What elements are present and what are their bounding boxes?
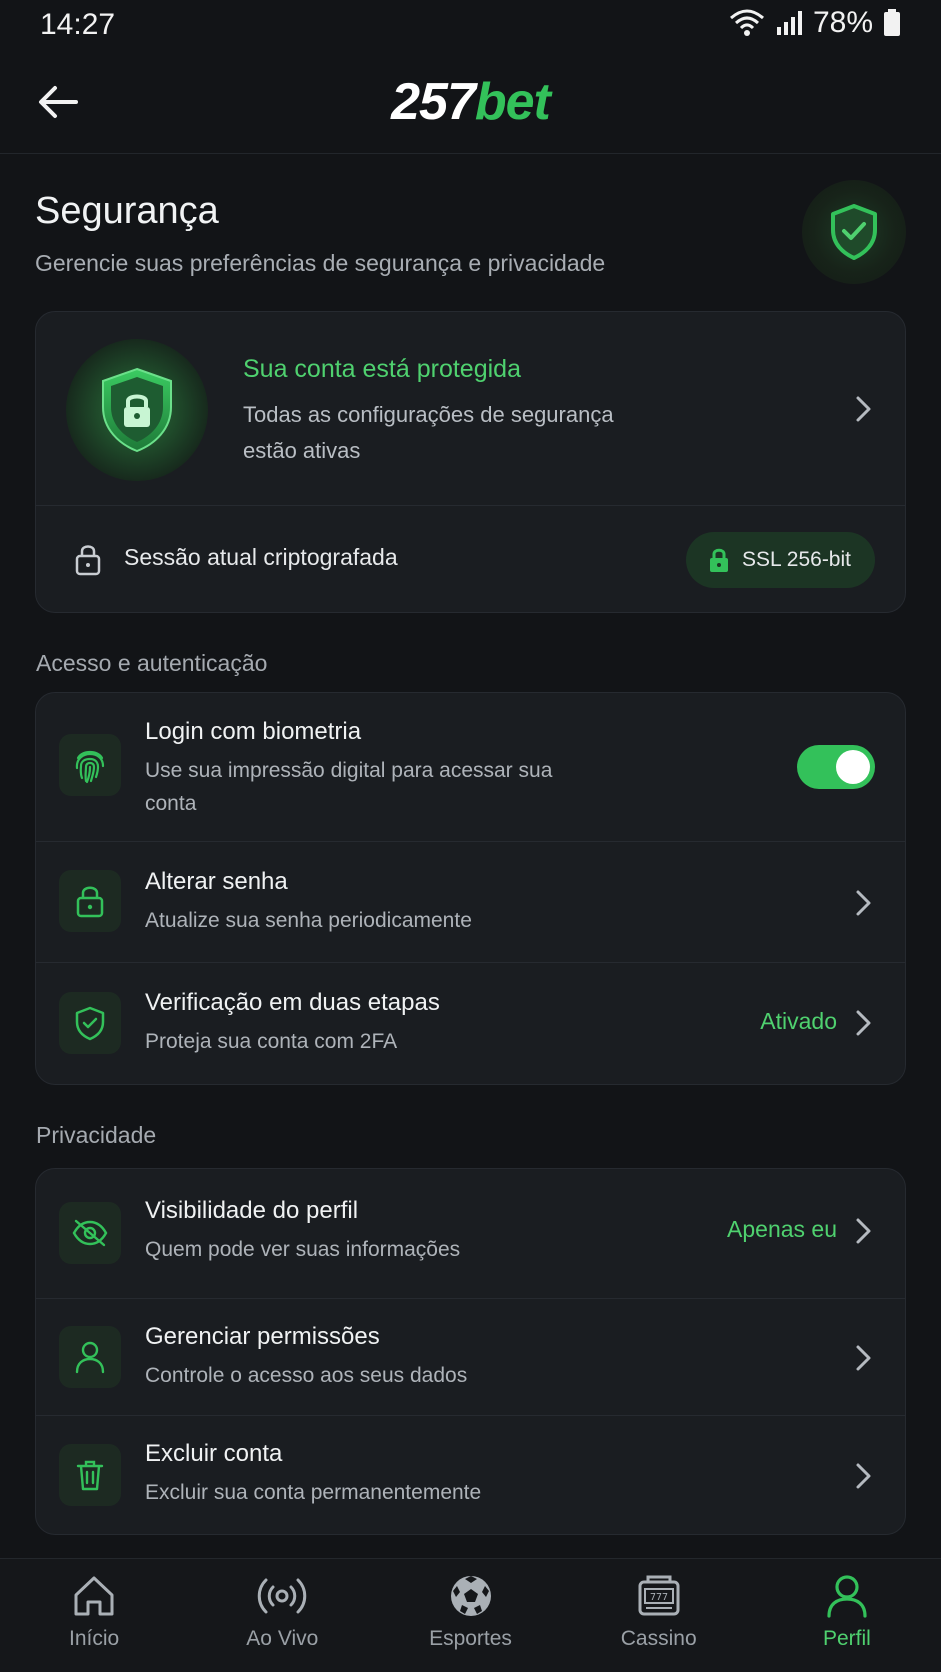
profile-visibility-title: Visibilidade do perfil [145, 1197, 359, 1224]
delete-account-title: Excluir conta [145, 1440, 283, 1467]
profile-visibility-subtitle: Quem pode ver suas informações [145, 1238, 461, 1261]
profile-visibility-value: Apenas eu [727, 1216, 837, 1242]
security-status-card: Sua conta está protegida Todas as config… [35, 311, 906, 613]
nav-item-inicio[interactable]: Início [0, 1559, 188, 1672]
status-description: Todas as configurações de segurança estã… [243, 402, 614, 463]
ssl-badge-label: SSL 256-bit [742, 548, 851, 571]
manage-permissions-subtitle: Controle o acesso aos seus dados [145, 1364, 468, 1387]
change-password-row[interactable]: Alterar senha Atualize sua senha periodi… [36, 841, 905, 962]
nav-label: Esportes [429, 1627, 512, 1650]
shield-check-icon [75, 1006, 105, 1041]
section-label-access: Acesso e autenticação [36, 650, 268, 676]
nav-item-perfil[interactable]: Perfil [753, 1559, 941, 1672]
shield-check-icon-box [59, 992, 121, 1054]
wifi-icon [729, 9, 764, 36]
fingerprint-icon-box [59, 734, 121, 796]
page-title: Segurança [35, 190, 219, 232]
fingerprint-icon [75, 750, 105, 784]
live-broadcast-icon [258, 1578, 307, 1614]
chevron-right-icon [856, 1345, 871, 1371]
status-time: 14:27 [40, 8, 116, 41]
page-subtitle: Gerencie suas preferências de segurança … [35, 250, 606, 276]
lock-icon [75, 545, 101, 576]
security-badge [802, 180, 906, 284]
ssl-badge: SSL 256-bit [686, 532, 875, 588]
battery-icon [884, 9, 900, 36]
eye-off-icon [72, 1219, 108, 1247]
shield-lock-illustration [66, 339, 208, 481]
chevron-right-icon [856, 890, 871, 916]
nav-label: Ao Vivo [246, 1627, 319, 1650]
eye-off-icon-box [59, 1202, 121, 1264]
profile-visibility-row[interactable]: Visibilidade do perfil Quem pode ver sua… [36, 1169, 905, 1298]
manage-permissions-row[interactable]: Gerenciar permissões Controle o acesso a… [36, 1298, 905, 1415]
user-icon [827, 1575, 867, 1618]
biometric-login-subtitle: Use sua impressão digital para acessar s… [145, 759, 553, 815]
status-title: Sua conta está protegida [243, 355, 521, 383]
biometric-toggle[interactable] [797, 745, 875, 789]
user-icon [75, 1341, 105, 1374]
nav-label: Perfil [822, 1627, 871, 1650]
shield-check-icon [831, 204, 877, 260]
user-icon-box [59, 1326, 121, 1388]
delete-account-row[interactable]: Excluir conta Excluir sua conta permanen… [36, 1415, 905, 1534]
lock-icon [710, 548, 729, 572]
svg-text:777: 777 [650, 1592, 668, 1603]
privacy-card: Visibilidade do perfil Quem pode ver sua… [35, 1168, 906, 1535]
trash-icon [76, 1460, 104, 1491]
app-header: 257bet [0, 50, 941, 154]
session-text: Sessão atual criptografada [124, 544, 398, 570]
nav-label: Início [69, 1627, 120, 1650]
two-factor-title: Verificação em duas etapas [145, 989, 440, 1016]
logo-brand: bet [474, 73, 551, 131]
biometric-login-title: Login com biometria [145, 718, 362, 745]
status-bar: 14:27 78% [0, 0, 941, 50]
nav-item-cassino[interactable]: 777 Cassino [565, 1559, 753, 1672]
two-factor-row[interactable]: Verificação em duas etapas Proteja sua c… [36, 962, 905, 1084]
change-password-title: Alterar senha [145, 868, 288, 895]
session-row: Sessão atual criptografada SSL 256-bit [36, 506, 905, 612]
status-icons: 78% [729, 6, 901, 40]
biometric-login-row[interactable]: Login com biometria Use sua impressão di… [36, 693, 905, 841]
toggle-knob [836, 750, 870, 784]
trash-icon-box [59, 1444, 121, 1506]
two-factor-status: Ativado [760, 1008, 837, 1034]
chevron-right-icon [856, 1218, 871, 1244]
shield-lock-icon [102, 367, 172, 453]
signal-icon [776, 11, 802, 35]
lock-icon [76, 886, 104, 918]
access-card: Login com biometria Use sua impressão di… [35, 692, 906, 1085]
slot-machine-icon: 777 [638, 1575, 680, 1616]
section-label-privacy: Privacidade [36, 1122, 157, 1148]
nav-item-esportes[interactable]: Esportes [376, 1559, 564, 1672]
manage-permissions-title: Gerenciar permissões [145, 1323, 380, 1350]
soccer-ball-icon [450, 1576, 491, 1616]
chevron-right-icon [856, 1463, 871, 1489]
bottom-nav: Início Ao Vivo Esportes 777 Cassino Perf… [0, 1558, 941, 1672]
chevron-right-icon [856, 1010, 871, 1036]
security-status-row[interactable]: Sua conta está protegida Todas as config… [36, 312, 905, 506]
nav-item-ao-vivo[interactable]: Ao Vivo [188, 1559, 376, 1672]
chevron-right-icon [856, 396, 871, 422]
delete-account-subtitle: Excluir sua conta permanentemente [145, 1481, 482, 1504]
lock-icon-box [59, 870, 121, 932]
home-icon [74, 1576, 114, 1616]
nav-label: Cassino [620, 1627, 697, 1650]
two-factor-subtitle: Proteja sua conta com 2FA [145, 1030, 398, 1053]
logo-number: 257 [391, 73, 476, 131]
change-password-subtitle: Atualize sua senha periodicamente [145, 909, 472, 932]
battery-percent: 78% [812, 6, 873, 39]
brand-logo: 257bet [0, 72, 941, 132]
